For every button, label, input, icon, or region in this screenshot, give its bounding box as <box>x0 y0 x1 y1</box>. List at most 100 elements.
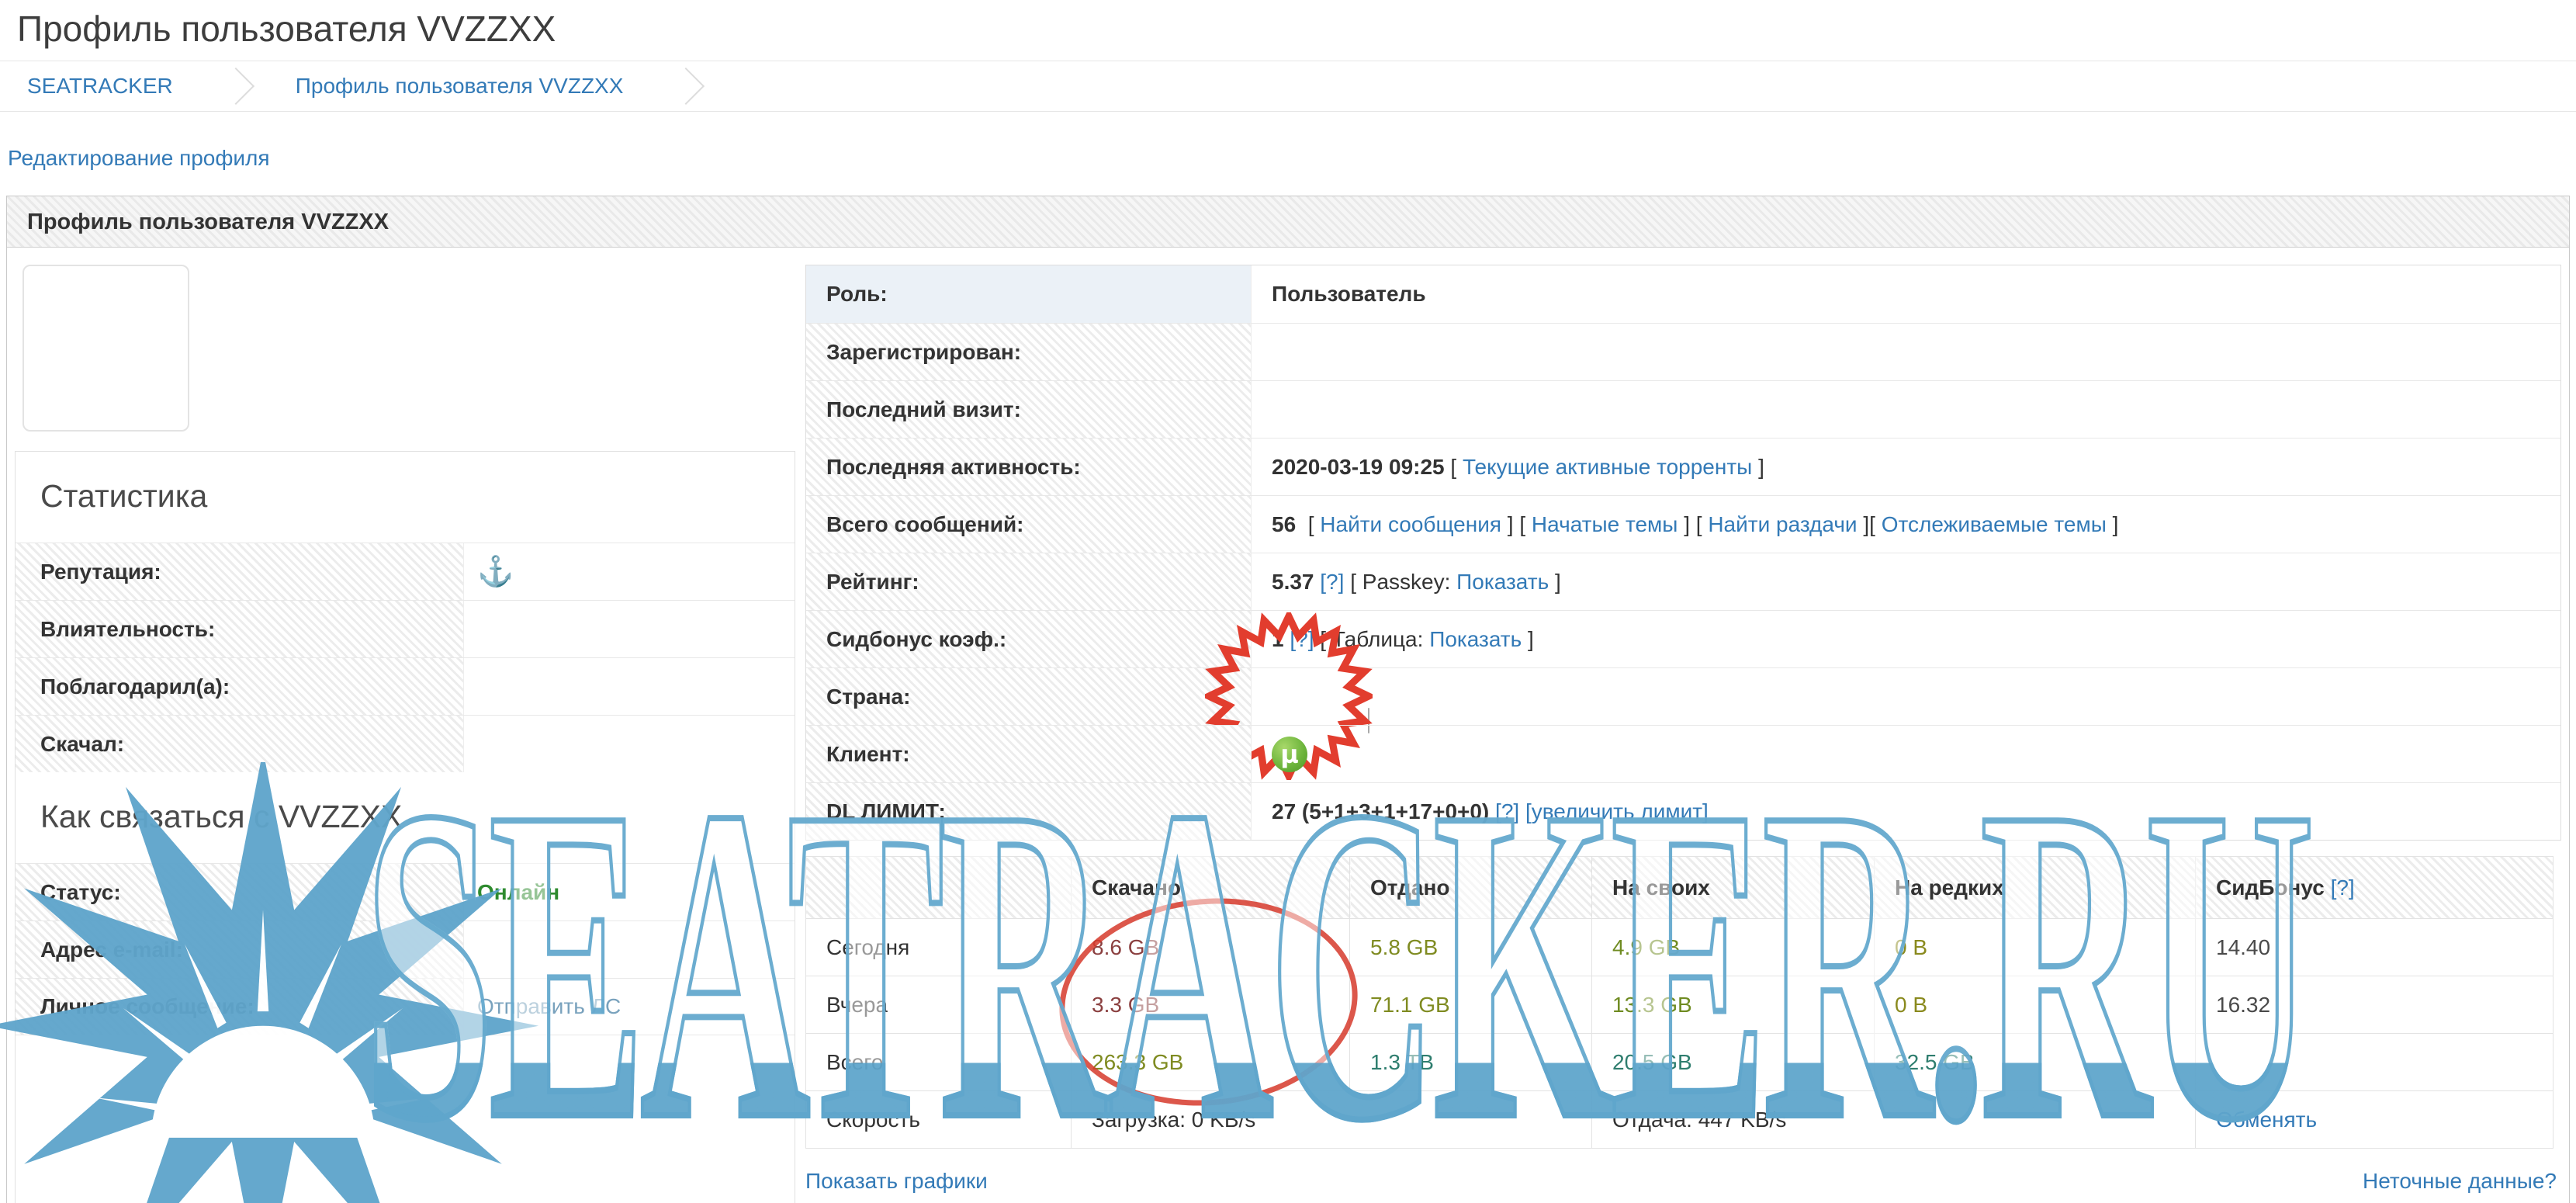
status-row: Статус: Онлайн <box>16 863 795 920</box>
dl-limit-help-link[interactable]: [?] <box>1495 799 1519 824</box>
chevron-right-icon <box>217 68 254 105</box>
watched-topics-link[interactable]: Отслеживаемые темы <box>1882 512 2107 537</box>
profile-panel: Профиль пользователя VVZZXX Статистика Р… <box>6 196 2570 1203</box>
dl-limit-value: 27 (5+1+3+1+17+0+0) [?] [увеличить лимит… <box>1251 783 2560 840</box>
statistics-box: Статистика Репутация: ⚓ Влиятельность: П… <box>15 451 795 1203</box>
bracket: [ <box>1445 455 1463 480</box>
country-flag-wrap <box>1272 684 1309 710</box>
email-value <box>463 921 795 978</box>
stats-header-row: Скачано Отдано На своих На редких СидБон… <box>806 857 2553 919</box>
registered-row: Зарегистрирован: <box>806 323 2560 380</box>
inaccurate-data-link[interactable]: Неточные данные? <box>2363 1169 2557 1194</box>
passkey-text: [ Passkey: <box>1344 570 1456 595</box>
details-table: Роль: Пользователь Зарегистрирован: Посл… <box>805 265 2561 841</box>
seedbonus-value: 1 [?] [ Таблица: Показать ] <box>1251 611 2560 667</box>
space <box>1314 570 1321 595</box>
status-online-badge: Онлайн <box>477 880 559 905</box>
stats-row-today: Сегодня 8.6 GB 5.8 GB 4.9 GB 0 B 14.40 <box>806 919 2553 976</box>
rating-help-link[interactable]: [?] <box>1320 570 1344 595</box>
send-pm-link[interactable]: Отправить ЛС <box>477 994 621 1019</box>
seedbonus-row: Сидбонус коэф.: 1 [?] [ Таблица: Показат… <box>806 610 2560 667</box>
last-activity-label: Последняя активность: <box>806 439 1251 495</box>
client-label: Клиент: <box>806 726 1251 782</box>
show-graphs-link[interactable]: Показать графики <box>805 1169 988 1194</box>
footer-links: Показать графики Неточные данные? <box>805 1169 2561 1194</box>
seedbonus-header-text: СидБонус <box>2216 875 2331 900</box>
seedbonus-label: Сидбонус коэф.: <box>806 611 1251 667</box>
messages-count: 56 <box>1272 512 1296 537</box>
influence-row: Влиятельность: <box>16 600 795 657</box>
downloaded-label: Скачал: <box>16 716 463 772</box>
dl-limit-number: 27 (5+1+3+1+17+0+0) <box>1272 799 1489 824</box>
reputation-label: Репутация: <box>16 543 463 600</box>
row-label-total: Всего <box>806 1034 1072 1091</box>
rating-label: Рейтинг: <box>806 553 1251 610</box>
dl-limit-row: DL ЛИМИТ: 27 (5+1+3+1+17+0+0) [?] [увели… <box>806 782 2560 840</box>
edit-profile-link[interactable]: Редактирование профиля <box>8 146 270 171</box>
started-topics-link[interactable]: Начатые темы <box>1532 512 1678 537</box>
last-activity-row: Последняя активность: 2020-03-19 09:25 [… <box>806 438 2560 495</box>
seedbonus-show-link[interactable]: Показать <box>1429 627 1522 652</box>
yesterday-uploaded: 71.1 GB <box>1350 976 1592 1034</box>
space <box>1519 799 1525 824</box>
stats-header-uploaded: Отдано <box>1350 857 1592 919</box>
last-activity-value: 2020-03-19 09:25 [ Текущие активные торр… <box>1251 439 2560 495</box>
influence-label: Влиятельность: <box>16 601 463 657</box>
stats-header-seedbonus: СидБонус [?] <box>2196 857 2553 919</box>
messages-value: 56 [ Найти сообщения ] [ Начатые темы ] … <box>1251 496 2560 553</box>
statistics-heading: Статистика <box>16 452 795 543</box>
breadcrumb-current[interactable]: Профиль пользователя VVZZXX <box>296 74 624 99</box>
panel-heading: Профиль пользователя VVZZXX <box>7 196 2569 248</box>
seedbonus-help-link[interactable]: [?] <box>1290 627 1314 652</box>
last-visit-label: Последний визит: <box>806 381 1251 438</box>
seedbonus-number: 1 <box>1272 627 1284 652</box>
today-downloaded: 8.6 GB <box>1072 919 1350 976</box>
exchange-link[interactable]: Обменять <box>2216 1108 2317 1132</box>
bracket: ] <box>1752 455 1764 480</box>
stats-header-rare: На редких <box>1875 857 2196 919</box>
active-torrents-link[interactable]: Текущие активные торренты <box>1463 455 1752 480</box>
passkey-show-link[interactable]: Показать <box>1456 570 1549 595</box>
speed-exchange-cell: Обменять <box>2196 1091 2553 1149</box>
utorrent-client-icon: µ <box>1272 737 1307 772</box>
yesterday-seedbonus: 16.32 <box>2196 976 2553 1034</box>
messages-label: Всего сообщений: <box>806 496 1251 553</box>
profile-page: Профиль пользователя VVZZXX SEATRACKER П… <box>0 0 2576 1203</box>
total-own: 20.5 GB <box>1592 1034 1875 1091</box>
today-rare: 0 B <box>1875 919 2196 976</box>
stats-row-speed: Скорость Загрузка: 0 KB/s Отдача: 447 KB… <box>806 1091 2553 1149</box>
email-row: Адрес e-mail: <box>16 920 795 978</box>
role-label: Роль: <box>806 265 1251 323</box>
bracket: ] <box>1522 627 1534 652</box>
stats-header-own: На своих <box>1592 857 1875 919</box>
increase-limit-link[interactable]: [увеличить лимит] <box>1525 799 1709 824</box>
find-releases-link[interactable]: Найти раздачи <box>1708 512 1857 537</box>
seedbonus-header-help-link[interactable]: [?] <box>2331 875 2355 900</box>
yesterday-rare: 0 B <box>1875 976 2196 1034</box>
speed-download: Загрузка: 0 KB/s <box>1072 1091 1592 1149</box>
total-seedbonus <box>2196 1034 2553 1091</box>
last-visit-value <box>1251 381 2560 438</box>
bracket: ][ <box>1858 512 1882 537</box>
messages-row: Всего сообщений: 56 [ Найти сообщения ] … <box>806 495 2560 553</box>
bracket: ] [ <box>1678 512 1708 537</box>
today-seedbonus: 14.40 <box>2196 919 2553 976</box>
contact-heading: Как связаться с VVZZXX <box>16 772 795 863</box>
thanked-row: Поблагодарил(а): <box>16 657 795 715</box>
page-title: Профиль пользователя VVZZXX <box>0 0 2576 61</box>
find-messages-link[interactable]: Найти сообщения <box>1320 512 1501 537</box>
yesterday-downloaded: 3.3 GB <box>1072 976 1350 1034</box>
speed-upload: Отдача: 447 KB/s <box>1592 1091 2196 1149</box>
bracket: ] [ <box>1501 512 1532 537</box>
today-uploaded: 5.8 GB <box>1350 919 1592 976</box>
stats-header-downloaded: Скачано <box>1072 857 1350 919</box>
traffic-stats-table: Скачано Отдано На своих На редких СидБон… <box>805 856 2553 1149</box>
dl-limit-label: DL ЛИМИТ: <box>806 783 1251 840</box>
reputation-row: Репутация: ⚓ <box>16 543 795 600</box>
bracket: [ <box>1296 512 1320 537</box>
breadcrumb-home-link[interactable]: SEATRACKER <box>27 74 173 99</box>
total-uploaded: 1.3 TB <box>1350 1034 1592 1091</box>
rating-value: 5.37 [?] [ Passkey: Показать ] <box>1251 553 2560 610</box>
right-column: Роль: Пользователь Зарегистрирован: Посл… <box>805 265 2561 1194</box>
thanked-value <box>463 658 795 715</box>
